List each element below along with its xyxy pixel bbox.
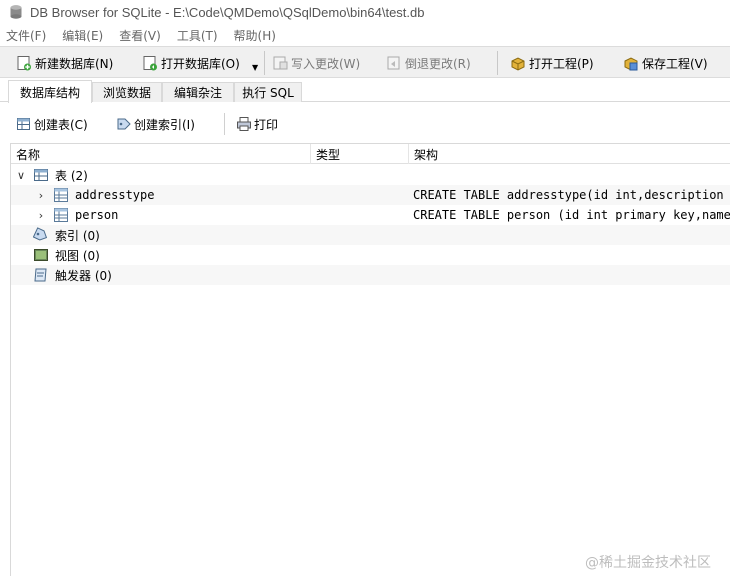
column-header-label: 名称 [16,147,41,162]
revert-changes-icon [387,56,400,70]
structure-toolbar: 创建表(C) 创建索引(I) 打印 [0,103,730,141]
tree-row-table[interactable]: › person CREATE TABLE person (id int pri… [11,205,730,225]
table-name: addresstype [75,188,155,202]
tab-label: 编辑杂注 [173,86,222,100]
tree-node-label: 触发器 (0) [55,268,112,283]
menu-help[interactable]: 帮助(H) [234,27,276,44]
menu-bar: 文件(F) 编辑(E) 查看(V) 工具(T) 帮助(H) [0,24,730,46]
schema-tree[interactable]: 名称 类型 架构 ∨ 表 (2) › addresstype CREATE TA [10,143,730,576]
tree-node-label: 索引 (0) [55,228,100,243]
open-database-button[interactable]: 打开数据库(O) [142,51,240,75]
tree-header: 名称 类型 架构 [11,144,730,164]
create-table-icon [17,118,30,130]
tree-node-label: 视图 (0) [55,248,100,263]
view-icon [34,249,48,261]
create-index-label: 创建索引(I) [134,117,195,132]
tree-row-table[interactable]: › addresstype CREATE TABLE addresstype(i… [11,185,730,205]
title-bar: DB Browser for SQLite - E:\Code\QMDemo\Q… [0,0,730,24]
expand-chevron-icon[interactable]: › [35,205,47,225]
menu-edit[interactable]: 编辑(E) [62,27,103,44]
write-changes-icon [273,56,288,70]
create-table-button[interactable]: 创建表(C) [16,114,88,134]
table-schema: CREATE TABLE addresstype(id int,descript… [413,188,730,202]
column-header-name[interactable]: 名称 [11,144,311,164]
save-project-icon [624,57,638,71]
print-label: 打印 [254,117,279,132]
column-header-schema[interactable]: 架构 [409,144,730,164]
printer-icon [237,117,251,131]
main-tabs: 数据库结构 浏览数据 编辑杂注 执行 SQL [0,80,730,103]
tab-label: 执行 SQL [242,86,294,100]
window-title: DB Browser for SQLite - E:\Code\QMDemo\Q… [30,4,425,20]
revert-changes-button[interactable]: 倒退更改(R) [386,51,471,75]
column-header-label: 类型 [316,147,341,162]
expand-chevron-icon[interactable]: › [35,185,47,205]
tab-browse-data[interactable]: 浏览数据 [92,82,162,102]
trigger-icon [34,268,47,282]
create-table-label: 创建表(C) [34,117,88,132]
menu-tools[interactable]: 工具(T) [177,27,218,44]
save-project-button[interactable]: 保存工程(V) [623,51,708,75]
tree-row-indexes[interactable]: 索引 (0) [11,225,730,245]
tree-node-label: 表 (2) [55,168,88,183]
tab-database-structure[interactable]: 数据库结构 [8,80,92,103]
tree-row-views[interactable]: 视图 (0) [11,245,730,265]
index-icon [33,227,48,241]
watermark: @稀土掘金技术社区 [585,555,711,571]
print-button[interactable]: 打印 [236,114,278,134]
open-project-label: 打开工程(P) [529,56,594,71]
create-index-button[interactable]: 创建索引(I) [116,114,195,134]
menu-view[interactable]: 查看(V) [119,27,161,44]
open-database-dropdown-icon[interactable]: ▼ [252,63,258,72]
column-header-label: 架构 [414,147,439,162]
tree-row-tables[interactable]: ∨ 表 (2) [11,165,730,185]
toolbar-separator [497,51,498,75]
new-database-button[interactable]: 新建数据库(N) [16,51,113,75]
tree-row-triggers[interactable]: 触发器 (0) [11,265,730,285]
create-index-icon [117,118,131,130]
open-database-label: 打开数据库(O) [161,56,240,71]
save-project-label: 保存工程(V) [642,56,708,71]
database-icon [10,5,22,19]
tab-label: 数据库结构 [19,85,80,100]
revert-changes-label: 倒退更改(R) [405,56,471,71]
table-icon [54,188,68,202]
table-schema: CREATE TABLE person (id int primary key,… [413,208,730,222]
main-toolbar: 新建数据库(N) 打开数据库(O) ▼ 写入更改(W) 倒退更改(R) 打开工程… [0,46,730,78]
tab-label: 浏览数据 [102,86,151,100]
collapse-chevron-icon[interactable]: ∨ [15,165,27,185]
new-database-label: 新建数据库(N) [35,56,114,71]
write-changes-button[interactable]: 写入更改(W) [272,51,360,75]
toolbar-separator [224,113,225,135]
toolbar-separator [264,51,265,75]
menu-file[interactable]: 文件(F) [6,27,46,44]
table-group-icon [34,169,48,181]
new-database-icon [17,56,31,71]
table-icon [54,208,68,222]
column-header-type[interactable]: 类型 [311,144,409,164]
tab-edit-pragmas[interactable]: 编辑杂注 [162,82,234,102]
open-database-icon [143,56,157,71]
table-name: person [75,208,119,222]
open-project-button[interactable]: 打开工程(P) [510,51,594,75]
tab-execute-sql[interactable]: 执行 SQL [234,82,302,102]
write-changes-label: 写入更改(W) [291,56,361,71]
open-project-icon [511,57,525,71]
